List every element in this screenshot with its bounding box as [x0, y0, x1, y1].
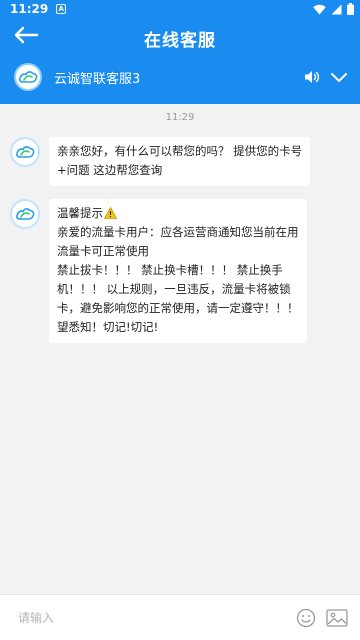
signal-icon — [331, 4, 342, 14]
message-input[interactable] — [18, 602, 296, 633]
agent-avatar — [10, 137, 40, 167]
input-actions — [296, 608, 348, 628]
message-heading: 温馨提示 — [57, 206, 103, 220]
chat-screen: 11:29 A 在线客服 云诚智联客服3 11:29 亲亲您好，有什么可以帮您的… — [0, 0, 360, 640]
message-line: 卡，避免影响您的正常使用，请一定遵守！！！ — [57, 301, 299, 315]
status-time: 11:29 — [10, 2, 49, 16]
agent-name: 云诚智联客服3 — [54, 71, 141, 87]
message-timestamp: 11:29 — [165, 112, 195, 123]
header: 在线客服 云诚智联客服3 — [0, 18, 360, 104]
expand-button[interactable] — [330, 72, 348, 83]
message-item: 温馨提示 亲爱的流量卡用户：应各运营商通知您当前在用 流量卡可正常使用 禁止拔卡… — [10, 199, 307, 343]
status-bar: 11:29 A — [0, 0, 360, 18]
message-line: 望悉知！切记!切记! — [57, 320, 159, 334]
agent-info-row: 云诚智联客服3 — [0, 58, 360, 96]
message-bubble: 温馨提示 亲爱的流量卡用户：应各运营商通知您当前在用 流量卡可正常使用 禁止拔卡… — [49, 199, 307, 343]
agent-controls — [304, 70, 360, 84]
agent-avatar — [10, 199, 40, 229]
emoji-button[interactable] — [296, 608, 316, 628]
message-line: 亲爱的流量卡用户：应各运营商通知您当前在用 — [57, 225, 299, 239]
cloud-logo-icon — [16, 208, 35, 220]
image-button[interactable] — [326, 608, 348, 627]
cloud-logo-icon — [19, 71, 38, 83]
message-line: 禁止拔卡！！！ 禁止换卡槽！！！ 禁止换手 — [57, 263, 283, 277]
message-bubble: 亲亲您好，有什么可以帮您的吗？ 提供您的卡号 +问题 这边帮您查询 — [49, 137, 311, 186]
volume-icon — [305, 71, 320, 83]
message-line: +问题 这边帮您查询 — [57, 163, 163, 177]
message-item: 亲亲您好，有什么可以帮您的吗？ 提供您的卡号 +问题 这边帮您查询 — [10, 137, 311, 186]
message-line: 流量卡可正常使用 — [57, 244, 149, 258]
image-icon — [326, 608, 348, 627]
volume-button[interactable] — [304, 70, 320, 84]
cloud-logo-icon — [16, 146, 35, 158]
battery-icon — [347, 3, 354, 15]
chat-area[interactable]: 11:29 亲亲您好，有什么可以帮您的吗？ 提供您的卡号 +问题 这边帮您查询 — [0, 104, 360, 594]
agent-avatar — [14, 63, 42, 91]
message-line: 温馨提示 — [57, 204, 299, 223]
notification-a-icon: A — [56, 4, 67, 14]
message-line: 亲亲您好，有什么可以帮您的吗？ 提供您的卡号 — [57, 144, 303, 158]
input-bar — [0, 594, 360, 640]
chevron-down-icon — [331, 72, 347, 82]
wifi-icon — [313, 4, 326, 14]
warning-icon — [104, 207, 117, 219]
status-icons — [313, 3, 354, 15]
emoji-icon — [296, 608, 316, 627]
page-title: 在线客服 — [144, 31, 216, 51]
message-line: 机！！！ 以上规则，一旦违反，流量卡将被锁 — [57, 282, 291, 296]
